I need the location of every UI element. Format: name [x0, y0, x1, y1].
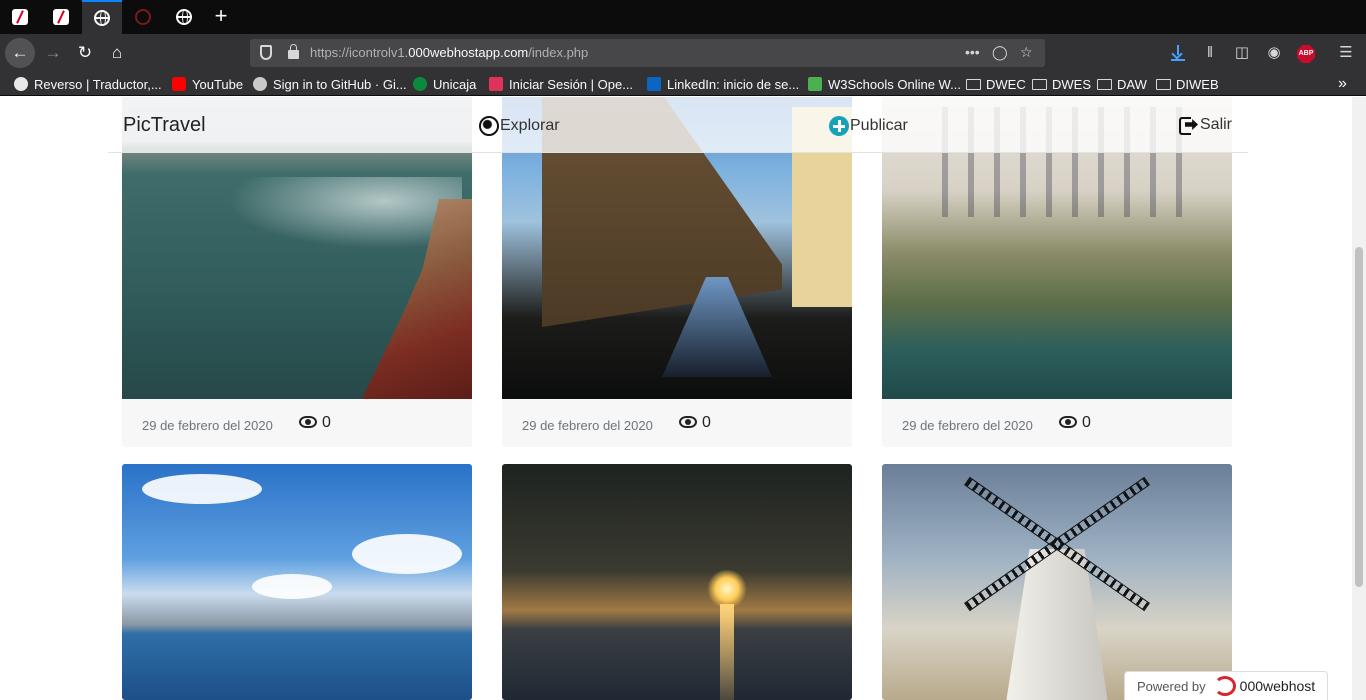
bookmark-item[interactable]: Iniciar Sesión | Ope...: [489, 76, 633, 92]
back-button[interactable]: ←: [5, 38, 35, 68]
post-card[interactable]: [122, 464, 472, 700]
post-photo[interactable]: [502, 464, 852, 700]
url-bar[interactable]: https://icontrolv1.000webhostapp.com/ind…: [250, 39, 1045, 67]
view-count: 0: [1082, 414, 1091, 431]
folder-icon: [1156, 78, 1171, 90]
bookmark-item[interactable]: YouTube: [172, 76, 243, 92]
plus-circle-icon: [829, 116, 849, 136]
tab-strip: +: [0, 0, 1366, 34]
site-navbar: PicTravel Explorar Publicar Salir: [108, 97, 1248, 153]
bookmark-star-icon[interactable]: ☆: [1020, 44, 1033, 61]
post-meta: 29 de febrero del 2020 0: [502, 399, 852, 447]
page-scrollbar[interactable]: [1352, 97, 1366, 700]
tracking-shield-icon[interactable]: [260, 45, 272, 60]
browser-tab[interactable]: [164, 0, 204, 34]
bookmark-folder[interactable]: DIWEB: [1156, 76, 1219, 92]
openwebinars-icon: [489, 77, 503, 91]
browser-tab[interactable]: [123, 0, 163, 34]
view-count: 0: [322, 414, 331, 431]
linkedin-icon: [647, 77, 661, 91]
view-count: 0: [702, 414, 711, 431]
pdf-favicon-icon: [12, 9, 28, 25]
post-meta: 29 de febrero del 2020 0: [882, 399, 1232, 447]
globe-icon: [479, 116, 499, 136]
eye-icon: [299, 416, 317, 428]
bookmark-folder[interactable]: DWEC: [966, 76, 1026, 92]
browser-tab[interactable]: [41, 0, 81, 34]
reverso-icon: [14, 77, 28, 91]
unicaja-icon: [413, 77, 427, 91]
nav-logout-link[interactable]: Salir: [1179, 116, 1232, 135]
post-date: 29 de febrero del 2020: [142, 418, 273, 433]
site-favicon-icon: [135, 9, 151, 25]
bookmark-folder[interactable]: DWES: [1032, 76, 1091, 92]
post-meta: 29 de febrero del 2020 0: [122, 399, 472, 447]
bookmark-folder[interactable]: DAW: [1097, 76, 1147, 92]
sidebar-icon[interactable]: ◫: [1232, 43, 1252, 63]
page-viewport: 29 de febrero del 2020 0 29 de febrero d…: [0, 97, 1366, 700]
eye-icon: [679, 416, 697, 428]
powered-by-badge[interactable]: Powered by 000webhost: [1124, 671, 1328, 700]
folder-icon: [1032, 78, 1047, 90]
lock-icon[interactable]: [288, 44, 299, 59]
pocket-icon[interactable]: ◯: [992, 44, 1008, 61]
post-date: 29 de febrero del 2020: [902, 418, 1033, 433]
scrollbar-thumb[interactable]: [1355, 247, 1363, 587]
menu-icon[interactable]: ☰: [1336, 43, 1356, 63]
library-icon[interactable]: ‖: [1200, 43, 1220, 63]
post-date: 29 de febrero del 2020: [522, 418, 653, 433]
new-tab-button[interactable]: +: [208, 4, 234, 30]
bookmark-item[interactable]: Sign in to GitHub · Gi...: [253, 76, 407, 92]
nav-toolbar: ← → ↻ ⌂ https://icontrolv1.000webhostapp…: [0, 34, 1366, 72]
youtube-icon: [172, 77, 186, 91]
bookmarks-overflow-icon[interactable]: »: [1338, 75, 1347, 93]
bookmarks-bar: Reverso | Traductor,... YouTube Sign in …: [0, 72, 1366, 96]
url-text[interactable]: https://icontrolv1.000webhostapp.com/ind…: [310, 45, 588, 60]
home-button[interactable]: ⌂: [102, 38, 132, 68]
000webhost-logo-icon: [1213, 676, 1236, 696]
post-card[interactable]: [502, 464, 852, 700]
sign-out-icon: [1179, 116, 1199, 135]
reload-button[interactable]: ↻: [70, 38, 100, 68]
bookmark-item[interactable]: W3Schools Online W...: [808, 76, 961, 92]
browser-tab[interactable]: [0, 0, 40, 34]
folder-icon: [966, 78, 981, 90]
post-photo[interactable]: [122, 464, 472, 700]
forward-button[interactable]: →: [38, 38, 68, 68]
pdf-favicon-icon: [53, 9, 69, 25]
post-photo[interactable]: [882, 464, 1232, 700]
site-brand[interactable]: PicTravel: [123, 114, 206, 137]
globe-favicon-icon: [176, 9, 192, 25]
eye-icon: [1059, 416, 1077, 428]
globe-favicon-icon: [94, 10, 110, 26]
browser-tab-active[interactable]: [82, 0, 122, 34]
bookmark-item[interactable]: Reverso | Traductor,...: [14, 76, 162, 92]
page-actions-icon[interactable]: •••: [965, 44, 980, 60]
bookmark-item[interactable]: LinkedIn: inicio de se...: [647, 76, 799, 92]
downloads-icon[interactable]: [1171, 45, 1185, 61]
post-card[interactable]: [882, 464, 1232, 700]
folder-icon: [1097, 78, 1112, 90]
w3schools-icon: [808, 77, 822, 91]
bookmark-item[interactable]: Unicaja: [413, 76, 476, 92]
nav-explore-link[interactable]: Explorar: [479, 116, 560, 136]
github-icon: [253, 77, 267, 91]
nav-publish-link[interactable]: Publicar: [829, 116, 908, 136]
account-icon[interactable]: ◉: [1264, 43, 1284, 63]
